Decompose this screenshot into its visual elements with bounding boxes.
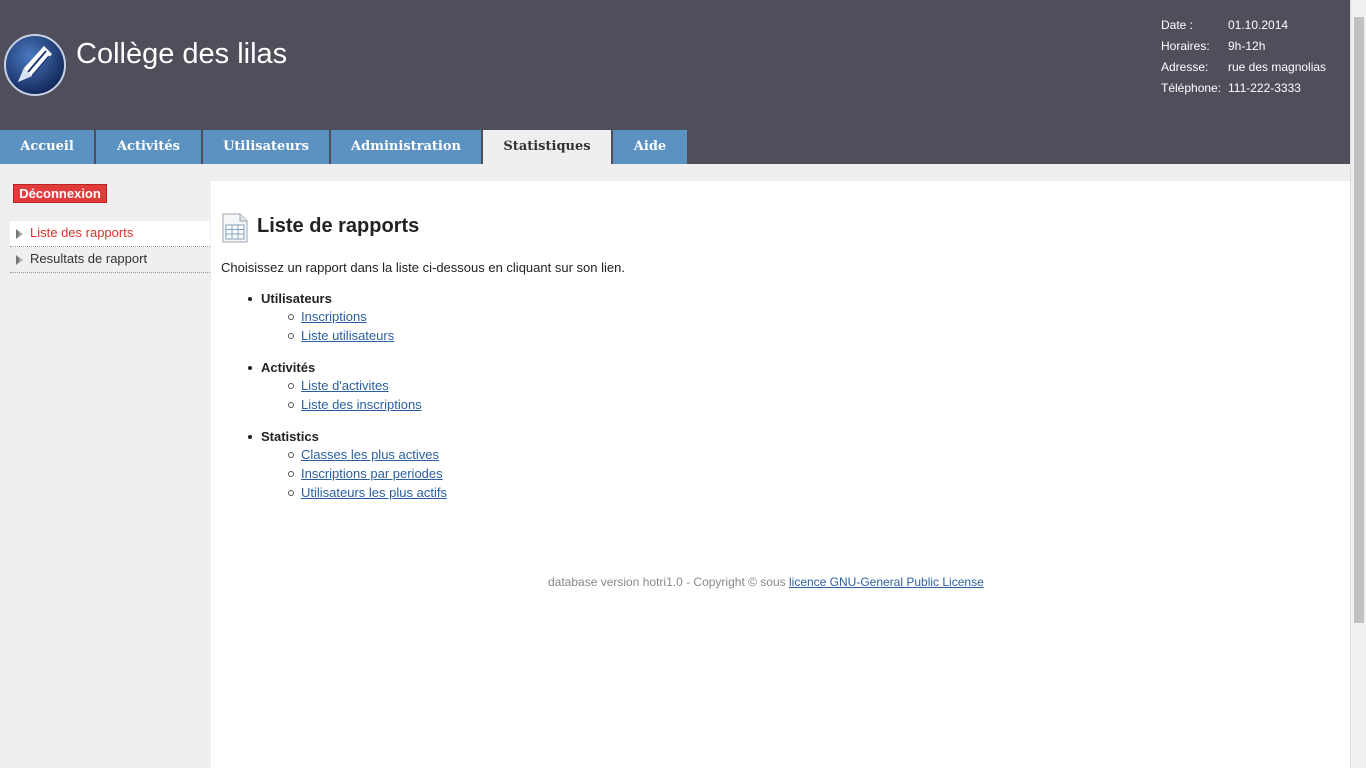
header: Collège des lilas Date : 01.10.2014 Hora… xyxy=(0,0,1350,164)
report-link-liste-inscriptions[interactable]: Liste des inscriptions xyxy=(301,397,422,412)
sidebar-item-resultats-rapport[interactable]: Resultats de rapport xyxy=(10,247,210,273)
license-link[interactable]: licence GNU-General Public License xyxy=(789,575,984,589)
link-list: Liste d'activites Liste des inscriptions xyxy=(247,379,447,417)
report-group-statistics: Statistics Classes les plus actives Insc… xyxy=(247,429,447,505)
sidebar-item-label: Resultats de rapport xyxy=(30,251,148,266)
list-item: Inscriptions par periodes xyxy=(288,466,447,486)
arrow-right-icon xyxy=(19,231,23,237)
list-item: Utilisateurs les plus actifs xyxy=(288,485,447,505)
info-value: 01.10.2014 xyxy=(1228,18,1289,32)
list-item: Classes les plus actives xyxy=(288,447,447,467)
tab-activites[interactable]: Activités xyxy=(96,130,201,164)
report-link-utilisateurs-actifs[interactable]: Utilisateurs les plus actifs xyxy=(301,485,447,500)
tab-aide[interactable]: Aide xyxy=(613,130,687,164)
report-groups: Utilisateurs Inscriptions Liste utilisat… xyxy=(247,291,447,517)
tab-administration[interactable]: Administration xyxy=(331,130,481,164)
sidebar-item-label: Liste des rapports xyxy=(30,225,134,240)
list-item: Liste des inscriptions xyxy=(288,397,447,417)
report-link-liste-activites[interactable]: Liste d'activites xyxy=(301,378,389,393)
list-item: Inscriptions xyxy=(288,309,447,329)
circle-bullet-icon xyxy=(288,333,294,339)
group-title: Utilisateurs xyxy=(247,291,447,310)
intro-text: Choisissez un rapport dans la liste ci-d… xyxy=(221,260,625,275)
info-value: 9h-12h xyxy=(1228,39,1266,53)
page-title: Liste de rapports xyxy=(257,215,420,237)
info-row-address: Adresse: rue des magnolias xyxy=(1161,57,1326,78)
report-link-inscriptions-periodes[interactable]: Inscriptions par periodes xyxy=(301,466,443,481)
report-link-liste-utilisateurs[interactable]: Liste utilisateurs xyxy=(301,328,394,343)
info-label: Adresse: xyxy=(1161,60,1209,74)
pencil-logo-icon xyxy=(4,34,66,96)
scrollbar-thumb[interactable] xyxy=(1354,17,1364,623)
arrow-right-icon xyxy=(19,257,23,263)
report-link-inscriptions[interactable]: Inscriptions xyxy=(301,309,367,324)
report-group-utilisateurs: Utilisateurs Inscriptions Liste utilisat… xyxy=(247,291,447,348)
circle-bullet-icon xyxy=(288,490,294,496)
sidebar-menu: Liste des rapports Resultats de rapport xyxy=(10,221,210,273)
main-nav-tabs: Accueil Activités Utilisateurs Administr… xyxy=(0,130,689,164)
info-label: Date : xyxy=(1161,18,1194,32)
info-value: 111-222-3333 xyxy=(1228,81,1301,95)
main-content: Liste de rapports Choisissez un rapport … xyxy=(211,181,1350,768)
info-label: Horaires: xyxy=(1161,39,1210,53)
group-title: Statistics xyxy=(247,429,447,448)
logout-button[interactable]: Déconnexion xyxy=(13,184,107,203)
footer: database version hotri1.0 - Copyright © … xyxy=(548,575,984,589)
sidebar-item-liste-rapports[interactable]: Liste des rapports xyxy=(10,221,210,247)
link-list: Classes les plus actives Inscriptions pa… xyxy=(247,448,447,505)
circle-bullet-icon xyxy=(288,383,294,389)
footer-text: database version hotri1.0 - Copyright © … xyxy=(548,575,786,589)
info-label: Téléphone: xyxy=(1161,81,1222,95)
tab-accueil[interactable]: Accueil xyxy=(0,130,94,164)
school-info: Date : 01.10.2014 Horaires: 9h-12h Adres… xyxy=(1161,15,1326,99)
circle-bullet-icon xyxy=(288,314,294,320)
group-title: Activités xyxy=(247,360,447,379)
circle-bullet-icon xyxy=(288,471,294,477)
list-item: Liste d'activites xyxy=(288,378,447,398)
report-group-activites: Activités Liste d'activites Liste des in… xyxy=(247,360,447,417)
info-row-phone: Téléphone: 111-222-3333 xyxy=(1161,78,1326,99)
report-table-icon xyxy=(222,213,248,243)
tab-statistiques[interactable]: Statistiques xyxy=(483,130,611,164)
vertical-scrollbar[interactable] xyxy=(1350,0,1366,768)
report-link-classes-actives[interactable]: Classes les plus actives xyxy=(301,447,439,462)
info-value: rue des magnolias xyxy=(1228,60,1327,74)
circle-bullet-icon xyxy=(288,452,294,458)
site-title: Collège des lilas xyxy=(76,38,288,70)
info-row-hours: Horaires: 9h-12h xyxy=(1161,36,1326,57)
info-row-date: Date : 01.10.2014 xyxy=(1161,15,1326,36)
list-item: Liste utilisateurs xyxy=(288,328,447,348)
tab-utilisateurs[interactable]: Utilisateurs xyxy=(203,130,329,164)
link-list: Inscriptions Liste utilisateurs xyxy=(247,310,447,348)
circle-bullet-icon xyxy=(288,402,294,408)
